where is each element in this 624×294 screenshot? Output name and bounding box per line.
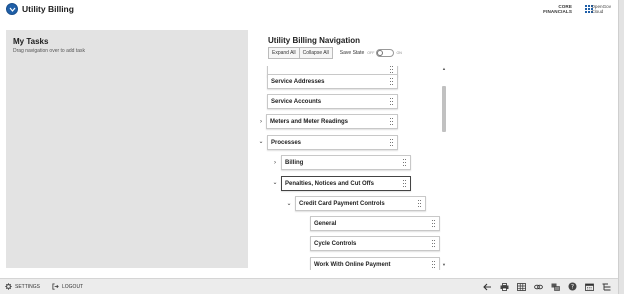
tree-scrollbar[interactable]: ▲ ▼ — [441, 66, 447, 270]
expand-collapse-group: Expand All Collapse All — [268, 47, 333, 59]
chevron-right-icon[interactable]: › — [258, 118, 264, 126]
drag-handle-icon[interactable] — [432, 261, 436, 269]
logout-icon — [52, 283, 59, 290]
toggle-on-label: ON — [396, 51, 402, 55]
navigation-title: Utility Billing Navigation — [268, 36, 361, 45]
scroll-thumb[interactable] — [442, 86, 446, 132]
tree-node-label: Service Addresses — [271, 78, 325, 85]
toggle-track[interactable] — [376, 49, 395, 57]
chevron-right-icon[interactable]: › — [272, 159, 278, 167]
window-edge — [618, 0, 624, 294]
brand-line-2: Cloud — [591, 9, 604, 14]
tree-node-label: Service Accounts — [271, 98, 322, 105]
tree-node-label: Credit Card Payment Controls — [299, 200, 385, 207]
chevron-down-icon[interactable]: ⌄ — [272, 179, 278, 187]
app-title: Utility Billing — [22, 4, 74, 14]
footer-bar: SETTINGS LOGOUT ? — [0, 278, 618, 294]
save-state-toggle[interactable]: OFF ON — [367, 49, 402, 57]
tree-node-general[interactable]: General — [310, 216, 440, 231]
toggle-off-label: OFF — [367, 51, 375, 55]
drag-handle-icon[interactable] — [390, 139, 394, 147]
chevron-down-icon[interactable]: ⌄ — [258, 138, 264, 146]
svg-text:?: ? — [571, 284, 574, 291]
tree-node-service-addresses[interactable]: Service Addresses — [267, 74, 398, 89]
footer-tools: ? — [478, 281, 614, 292]
tree-node-label: Penalties, Notices and Cut Offs — [285, 180, 375, 187]
settings-button[interactable]: SETTINGS — [5, 283, 40, 290]
navigation-controls: Expand All Collapse All Save State OFF O… — [268, 47, 402, 59]
drag-handle-icon[interactable] — [403, 159, 407, 167]
app-header: Utility Billing CORE FINANCIALS OpenGov … — [0, 0, 624, 20]
tree-node-cycle-controls[interactable]: Cycle Controls — [310, 236, 440, 251]
tree-node-penalties[interactable]: Penalties, Notices and Cut Offs — [281, 176, 411, 191]
drag-handle-icon[interactable] — [390, 118, 394, 126]
my-tasks-hint: Drag navigation over to add task — [13, 48, 85, 54]
logout-button[interactable]: LOGOUT — [52, 283, 83, 290]
drag-handle-icon[interactable] — [432, 240, 436, 248]
utility-billing-logo-icon[interactable] — [6, 3, 18, 15]
drag-handle-icon[interactable] — [390, 98, 394, 106]
navigation-tree[interactable]: Service Addresses Service Accounts › Met… — [255, 66, 441, 270]
my-tasks-panel[interactable]: My Tasks Drag navigation over to add tas… — [6, 30, 248, 268]
settings-label: SETTINGS — [15, 283, 41, 290]
product-name: CORE FINANCIALS — [543, 4, 572, 14]
drag-handle-icon[interactable] — [403, 180, 407, 188]
scroll-up-arrow-icon[interactable]: ▲ — [441, 66, 447, 72]
layers-icon[interactable] — [548, 281, 563, 292]
drag-handle-icon[interactable] — [390, 66, 394, 74]
tree-node-work-with-online-payment[interactable]: Work With Online Payment — [310, 257, 440, 270]
tree-node-label: Meters and Meter Readings — [270, 118, 349, 125]
drag-handle-icon[interactable] — [418, 200, 422, 208]
tree-node-service-accounts[interactable]: Service Accounts — [267, 94, 398, 109]
tree-node-meters[interactable]: Meters and Meter Readings — [266, 114, 398, 129]
my-tasks-title: My Tasks — [13, 37, 49, 46]
gear-icon — [5, 283, 12, 290]
link-icon[interactable] — [531, 281, 546, 292]
tree-node-billing[interactable]: Billing — [281, 155, 411, 170]
scroll-down-arrow-icon[interactable]: ▼ — [441, 262, 447, 268]
tree-node-label: Work With Online Payment — [314, 261, 391, 268]
drag-handle-icon[interactable] — [432, 220, 436, 228]
expand-all-button[interactable]: Expand All — [269, 48, 299, 58]
toggle-knob[interactable] — [377, 50, 384, 56]
tree-node-label: General — [314, 220, 337, 227]
tree-node-label: Billing — [285, 159, 304, 166]
back-arrow-icon[interactable] — [480, 281, 495, 292]
logout-label: LOGOUT — [62, 283, 84, 290]
calendar-icon[interactable] — [582, 281, 597, 292]
help-icon[interactable]: ? — [565, 281, 580, 292]
tree-node-processes[interactable]: Processes — [267, 135, 398, 150]
save-state-label: Save State — [339, 50, 365, 56]
tree-node-label: Cycle Controls — [314, 240, 357, 247]
chevron-down-icon[interactable]: ⌄ — [286, 200, 292, 208]
grid-icon[interactable] — [514, 281, 529, 292]
tree-node-label: Processes — [271, 139, 302, 146]
drag-handle-icon[interactable] — [390, 78, 394, 86]
print-icon[interactable] — [497, 281, 512, 292]
product-line-2: FINANCIALS — [543, 9, 572, 14]
collapse-all-button[interactable]: Collapse All — [298, 48, 332, 58]
brand-logo: OpenGov Cloud — [591, 4, 611, 14]
tree-icon[interactable] — [599, 281, 614, 292]
tree-node-credit-card-payment-controls[interactable]: Credit Card Payment Controls — [295, 196, 426, 211]
